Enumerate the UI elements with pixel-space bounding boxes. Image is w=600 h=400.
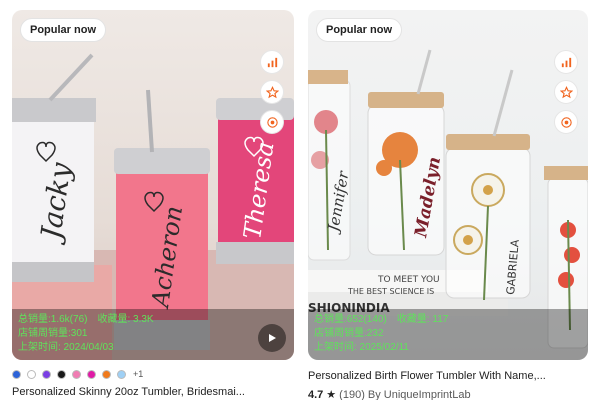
favorites-count: 收藏量: 117 (396, 314, 449, 325)
swatch-magenta[interactable] (87, 369, 96, 379)
more-variants[interactable]: +1 (133, 369, 143, 379)
swatch-blue[interactable] (12, 369, 21, 379)
product-image-1[interactable]: Jacky Acheron Theresa Popular now 总销量:1.… (12, 10, 294, 360)
star-outline-icon[interactable] (260, 80, 284, 104)
target-icon[interactable] (554, 110, 578, 134)
popular-badge: Popular now (316, 18, 402, 42)
favorites-count: 收藏量: 3.3K (97, 314, 154, 325)
tumbler-photo: Jacky Acheron Theresa (12, 53, 294, 360)
target-icon[interactable] (260, 110, 284, 134)
swatch-black[interactable] (57, 369, 66, 379)
rating-value: 4.7 (308, 388, 324, 400)
analytics-icon[interactable] (260, 50, 284, 74)
star-filled-icon: ★ (326, 389, 337, 400)
glass-tumbler-photo: TO MEET YOU THE BEST SCIENCE IS SHIONIND… (308, 49, 588, 349)
total-sales: 总销量:652(140) (314, 314, 387, 325)
product-image-2[interactable]: TO MEET YOU THE BEST SCIENCE IS SHIONIND… (308, 10, 588, 360)
swatch-light-blue[interactable] (117, 369, 126, 379)
swatch-pink[interactable] (72, 369, 81, 379)
total-sales: 总销量:1.6k(76) (18, 314, 88, 325)
stat-line-1: 总销量:652(140) 收藏量: 117 (314, 313, 582, 327)
shop-name[interactable]: By UniqueImprintLab (368, 389, 471, 400)
quick-actions (554, 50, 578, 134)
star-outline-icon[interactable] (554, 80, 578, 104)
product-card-1[interactable]: Jacky Acheron Theresa Popular now 总销量:1.… (12, 10, 294, 398)
popular-badge: Popular now (20, 18, 106, 42)
stat-line-1: 总销量:1.6k(76) 收藏量: 3.3K (18, 313, 288, 327)
listing-date: 上架时间: 2024/04/03 (18, 342, 114, 353)
weekly-shop-sales: 店铺周销量:301 (18, 328, 88, 339)
product-title-1[interactable]: Personalized Skinny 20oz Tumbler, Brides… (12, 386, 294, 398)
book-text-2: THE BEST SCIENCE IS (347, 287, 434, 296)
product-title-2[interactable]: Personalized Birth Flower Tumbler With N… (308, 370, 588, 382)
product-card-2[interactable]: TO MEET YOU THE BEST SCIENCE IS SHIONIND… (308, 10, 588, 400)
weekly-shop-sales: 店铺周销量:232 (314, 328, 384, 339)
book-text-1: TO MEET YOU (377, 275, 440, 285)
review-count: (190) (339, 388, 365, 400)
variant-swatches: +1 (12, 368, 294, 380)
analytics-icon[interactable] (554, 50, 578, 74)
sales-stats-overlay: 总销量:1.6k(76) 收藏量: 3.3K 店铺周销量:301 上架时间: 20… (12, 309, 294, 360)
play-icon[interactable] (258, 324, 286, 352)
quick-actions (260, 50, 284, 134)
rating-row: 4.7 ★ (190) By UniqueImprintLab (308, 388, 588, 400)
swatch-orange[interactable] (102, 369, 111, 379)
listing-date: 上架时间: 2025/02/11 (314, 342, 409, 353)
swatch-white[interactable] (27, 369, 36, 379)
swatch-purple[interactable] (42, 369, 51, 379)
sales-stats-overlay: 总销量:652(140) 收藏量: 117 店铺周销量:232 上架时间: 202… (308, 309, 588, 360)
